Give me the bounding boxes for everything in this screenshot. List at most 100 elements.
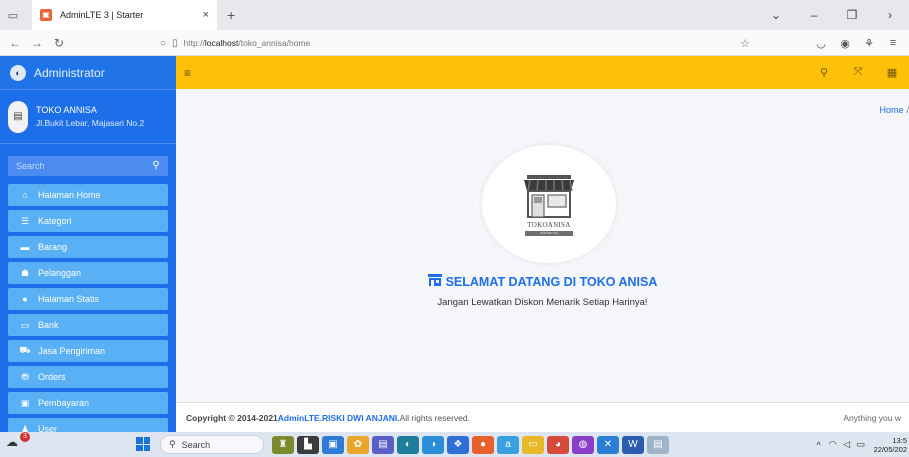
user-panel: ▤ TOKO ANNISA Jl.Bukit Lebar, Majasari N… — [0, 90, 176, 144]
user-address: Jl.Bukit Lebar, Majasari No.2 — [36, 118, 145, 128]
logo-text: TOKOANISA — [527, 220, 571, 229]
url-field[interactable]: ○ ▯ http://localhost/toko_annisa/home ☆ — [160, 34, 750, 52]
sidebar-item-label: Pelanggan — [38, 268, 82, 278]
sidebar-item-label: Bank — [38, 320, 59, 330]
cart-icon: ⛃ — [21, 371, 29, 382]
brand-link[interactable]: ◐ Administrator — [0, 56, 176, 90]
close-window-icon[interactable]: › — [871, 8, 909, 22]
fullscreen-icon[interactable]: ⤧ — [841, 66, 875, 79]
list-icon: ☰ — [20, 215, 30, 226]
top-navbar: ≡ ⚲ ⤧ ▦ — [176, 56, 909, 89]
sidebar-item-label: Orders — [38, 372, 66, 382]
sidebar-item-orders[interactable]: ⛃ Orders — [8, 366, 168, 388]
chevron-up-icon[interactable]: ^ — [812, 440, 826, 450]
clock-date: 22/05/202 — [873, 444, 907, 454]
shield-icon: ○ — [160, 37, 167, 49]
footer-link[interactable]: AdminLTE.RISKI DWI ANJANI. — [278, 413, 400, 423]
sidebar-item-label: Halaman Statis — [38, 294, 100, 304]
footer-rights: All rights reserved. — [399, 412, 471, 423]
brand-text: Administrator — [34, 65, 105, 80]
sidebar-item-label: Halaman Home — [38, 190, 101, 200]
list-all-tabs-icon[interactable]: ⌄ — [757, 8, 795, 22]
menu-icon[interactable]: ≡ — [881, 37, 905, 49]
notepad-app-icon[interactable]: ▤ — [647, 435, 669, 454]
vscode-app-icon[interactable]: ✕ — [597, 435, 619, 454]
hamburger-menu-icon[interactable]: ≡ — [184, 66, 191, 80]
sidebar-item-kategori[interactable]: ☰ Kategori — [8, 210, 168, 232]
teams-app-icon[interactable]: ▤ — [372, 435, 394, 454]
edge-app-icon[interactable]: ◐ — [397, 435, 419, 454]
taskbar-search-icon: ⚲ — [169, 439, 176, 449]
browser-app-icon[interactable]: ◍ — [572, 435, 594, 454]
payment-icon: ▣ — [20, 397, 30, 408]
sidebar-search: ⚲ — [8, 156, 168, 176]
url-host: localhost — [204, 38, 239, 48]
weather-icon: ☁ — [6, 435, 18, 449]
chrome-app-icon[interactable]: ◕ — [547, 435, 569, 454]
wifi-icon[interactable]: ◠ — [826, 439, 840, 450]
storefront-icon — [524, 174, 574, 218]
task-view-icon[interactable]: ▙ — [297, 435, 319, 454]
notification-badge: 3 — [20, 432, 30, 442]
store-icon — [427, 274, 442, 286]
user-name[interactable]: TOKO ANNISA — [36, 105, 174, 115]
game-app-icon[interactable]: ♜ — [272, 435, 294, 454]
logo-subtext: PERABOTAN — [525, 230, 573, 236]
url-text: http://localhost/toko_annisa/home — [184, 38, 311, 48]
store-logo: TOKOANISA PERABOTAN — [482, 145, 616, 263]
widgets-app-icon[interactable]: ✿ — [347, 435, 369, 454]
minimize-icon[interactable]: – — [795, 8, 833, 22]
dropbox-app-icon[interactable]: ❖ — [447, 435, 469, 454]
sidebar-item-label: Barang — [38, 242, 68, 252]
sidebar-item-halaman-home[interactable]: ⌂ Halaman Home — [8, 184, 168, 206]
breadcrumb-home[interactable]: Home — [879, 105, 903, 115]
user-info: TOKO ANNISA Jl.Bukit Lebar, Majasari No.… — [36, 105, 174, 128]
sidebar-item-label: Pembayaran — [38, 398, 90, 408]
clock[interactable]: 13:5 22/05/202 — [874, 436, 907, 454]
footer-right-text: Anything you w — [843, 413, 901, 423]
bookmark-star-icon[interactable]: ☆ — [740, 37, 750, 50]
extensions-icon[interactable]: ⚘ — [857, 37, 881, 50]
firefox-app-icon[interactable]: ● — [472, 435, 494, 454]
pocket-icon[interactable]: ◡ — [809, 37, 833, 50]
reload-icon[interactable]: ↻ — [48, 36, 70, 50]
avatar: ▤ — [8, 100, 28, 133]
info-icon: ● — [22, 294, 28, 304]
sidebar-item-halaman-statis[interactable]: ● Halaman Statis — [8, 288, 168, 310]
new-tab-button[interactable]: + — [227, 7, 235, 23]
page-icon: ▯ — [172, 37, 178, 49]
sidebar-item-barang[interactable]: ▬ Barang — [8, 236, 168, 258]
clock-time: 13:5 — [892, 435, 907, 445]
tab-close-icon[interactable]: × — [203, 9, 209, 21]
window-controls: ⌄ – ❐ › — [757, 0, 909, 30]
browser-tab[interactable]: ▣ AdminLTE 3 | Starter × — [32, 0, 217, 30]
word-app-icon[interactable]: W — [622, 435, 644, 454]
back-icon[interactable]: ← — [4, 36, 26, 50]
battery-icon[interactable]: ▭ — [854, 439, 868, 450]
taskbar-search-label: Search — [181, 439, 211, 450]
sidebar-item-bank[interactable]: ▭ Bank — [8, 314, 168, 336]
account-icon[interactable]: ◉ — [833, 37, 857, 50]
taskbar-search[interactable]: ⚲ Search — [160, 435, 264, 454]
sidebar-item-label: Jasa Pengiriman — [38, 346, 106, 356]
search-icon[interactable]: ⚲ — [144, 156, 168, 176]
windows-start-icon[interactable] — [136, 437, 150, 451]
volume-icon[interactable]: ◁ — [840, 439, 854, 450]
navbar-search-icon[interactable]: ⚲ — [807, 66, 841, 79]
sidebar-item-pelanggan[interactable]: ☗ Pelanggan — [8, 262, 168, 284]
photos-app-icon[interactable]: ▣ — [322, 435, 344, 454]
store-app-icon[interactable]: a — [497, 435, 519, 454]
control-sidebar-icon[interactable]: ▦ — [875, 66, 909, 79]
sidebar-item-pembayaran[interactable]: ▣ Pembayaran — [8, 392, 168, 414]
sidebar-item-jasa-pengiriman[interactable]: ⛟ Jasa Pengiriman — [8, 340, 168, 362]
maximize-icon[interactable]: ❐ — [833, 8, 871, 22]
url-path: /toko_annisa/home — [238, 38, 311, 48]
brand-logo-icon: ◐ — [10, 64, 26, 81]
edge-beta-app-icon[interactable]: ◑ — [422, 435, 444, 454]
file-explorer-icon[interactable]: ▭ — [522, 435, 544, 454]
tab-list-icon[interactable]: ▭ — [4, 6, 22, 24]
forward-icon[interactable]: → — [26, 36, 48, 50]
welcome-text: SELAMAT DATANG DI TOKO ANISA — [445, 275, 658, 289]
weather-widget[interactable]: ☁ 3 — [6, 432, 30, 453]
search-input[interactable] — [8, 156, 144, 176]
